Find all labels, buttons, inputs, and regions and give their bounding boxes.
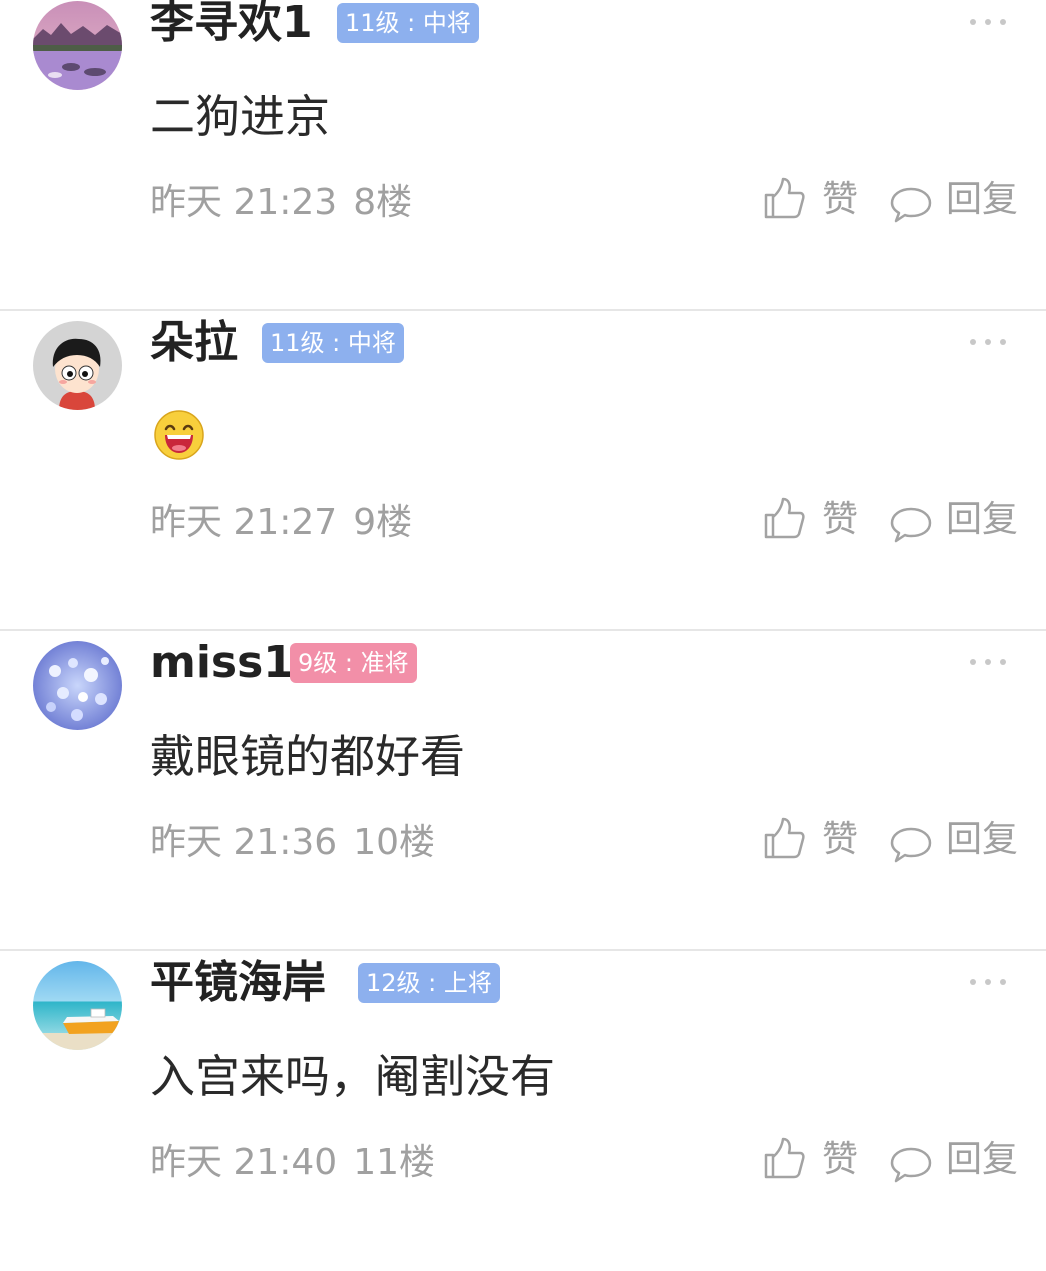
cartoon-boy-avatar-icon: [33, 321, 122, 410]
comment-meta: 昨天 21:27 9楼: [150, 500, 412, 546]
comment-text: 戴眼镜的都好看: [150, 730, 466, 783]
user-avatar[interactable]: [33, 321, 122, 410]
username[interactable]: 李寻欢1: [150, 0, 313, 51]
comment-text: 入宫来吗，阉割没有: [150, 1050, 556, 1103]
speech-bubble-icon: [890, 187, 932, 223]
comment-meta: 昨天 21:23 8楼: [150, 180, 412, 226]
comment-item: 平镜海岸 12级 : 上将 入宫来吗，阉割没有 昨天 21:40 11楼 赞 回复: [0, 951, 1046, 1271]
post-time: 昨天 21:27: [150, 502, 338, 543]
blue-flowers-avatar-icon: [33, 641, 122, 730]
more-options-icon[interactable]: [968, 337, 1008, 349]
laughing-face-emoji-icon: [153, 409, 205, 461]
reply-label: 回复: [946, 1139, 1019, 1180]
thumbs-up-icon: [764, 497, 805, 539]
thumbs-up-icon: [764, 177, 805, 219]
speech-bubble-icon: [890, 1147, 932, 1183]
comment-text: 二狗进京: [150, 90, 331, 143]
level-badge: 11级 : 中将: [262, 323, 404, 363]
level-badge: 11级 : 中将: [337, 3, 479, 43]
post-time: 昨天 21:36: [150, 822, 338, 863]
more-options-icon[interactable]: [968, 657, 1008, 669]
level-badge: 12级 : 上将: [358, 963, 500, 1003]
floor-number: 11楼: [353, 1142, 436, 1183]
reply-label: 回复: [946, 499, 1019, 540]
speech-bubble-icon: [890, 507, 932, 543]
floor-number: 9楼: [353, 502, 413, 543]
username[interactable]: 平镜海岸: [150, 955, 326, 1011]
username[interactable]: 朵拉: [150, 315, 238, 371]
comment-meta: 昨天 21:36 10楼: [150, 820, 435, 866]
like-label: 赞: [822, 1139, 859, 1180]
post-time: 昨天 21:40: [150, 1142, 338, 1183]
username[interactable]: miss1: [150, 635, 294, 691]
floor-number: 10楼: [353, 822, 436, 863]
more-options-icon[interactable]: [968, 977, 1008, 989]
like-label: 赞: [822, 499, 859, 540]
post-time: 昨天 21:23: [150, 182, 338, 223]
comment-item: 李寻欢1 11级 : 中将 二狗进京 昨天 21:23 8楼 赞 回复: [0, 0, 1046, 311]
thumbs-up-icon: [764, 1137, 805, 1179]
like-label: 赞: [822, 179, 859, 220]
user-avatar[interactable]: [33, 961, 122, 1050]
comment-feed: 李寻欢1 11级 : 中将 二狗进京 昨天 21:23 8楼 赞 回复 朵拉 1…: [0, 0, 1046, 1271]
more-options-icon[interactable]: [968, 17, 1008, 29]
floor-number: 8楼: [353, 182, 413, 223]
lake-landscape-avatar-icon: [33, 1, 122, 90]
reply-label: 回复: [946, 179, 1019, 220]
user-avatar[interactable]: [33, 1, 122, 90]
thumbs-up-icon: [764, 817, 805, 859]
user-avatar[interactable]: [33, 641, 122, 730]
comment-item: miss1 9级 : 准将 戴眼镜的都好看 昨天 21:36 10楼 赞 回复: [0, 631, 1046, 951]
speech-bubble-icon: [890, 827, 932, 863]
beach-boat-avatar-icon: [33, 961, 122, 1050]
reply-label: 回复: [946, 819, 1019, 860]
comment-meta: 昨天 21:40 11楼: [150, 1140, 435, 1186]
comment-item: 朵拉 11级 : 中将 昨天 21:27 9楼 赞 回复: [0, 311, 1046, 631]
level-badge: 9级 : 准将: [290, 643, 417, 683]
like-label: 赞: [822, 819, 859, 860]
